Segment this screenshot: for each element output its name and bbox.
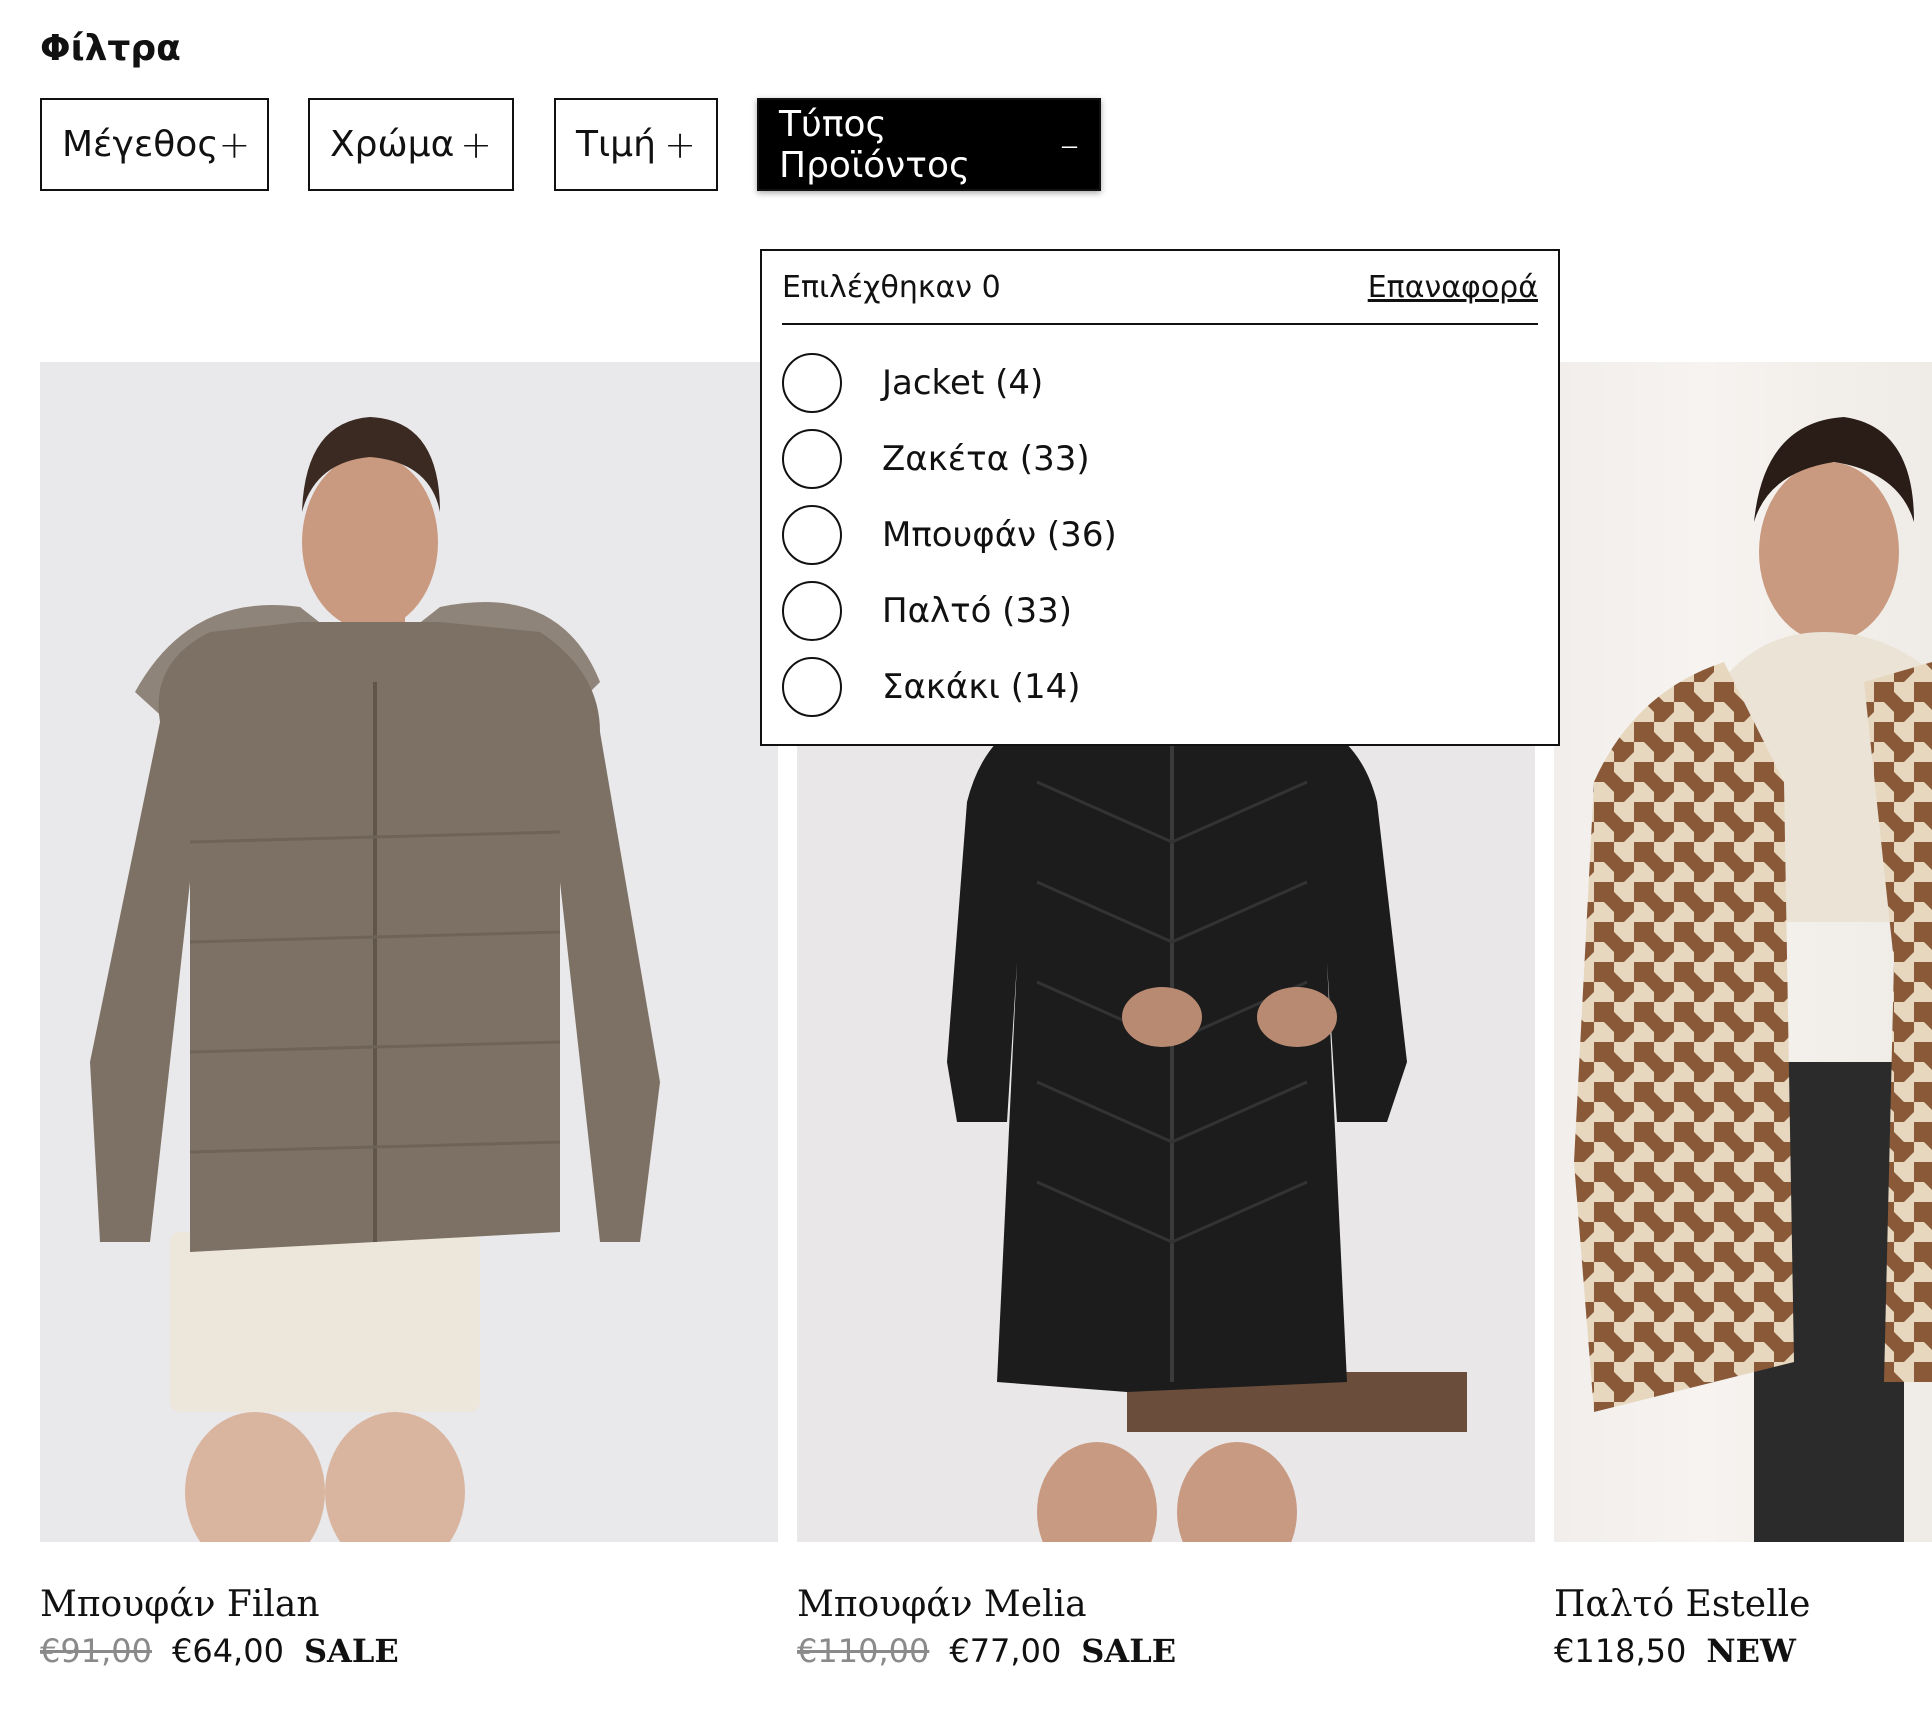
price: €77,00 [949,1632,1062,1670]
filter-size-button[interactable]: Μέγεθος + [40,98,269,191]
option-label: Παλτό (33) [882,591,1072,631]
product-name[interactable]: Μπουφάν Melia [797,1584,1087,1625]
product-name[interactable]: Μπουφάν Filan [40,1584,320,1625]
sale-badge: SALE [303,1632,399,1670]
price: €118,50 [1554,1632,1687,1670]
filter-size-label: Μέγεθος [62,124,219,165]
radio-button[interactable] [782,353,842,413]
radio-button[interactable] [782,505,842,565]
product-photo[interactable] [40,362,778,1542]
new-badge: NEW [1706,1632,1796,1670]
dropdown-header: Επιλέχθηκαν 0 Επαναφορά [782,251,1538,325]
option-label: Σακάκι (14) [882,667,1081,707]
filter-color-button[interactable]: Χρώμα + [308,98,514,191]
filter-product-type-label: Τύπος Προϊόντος [779,103,971,186]
option-sakaki[interactable]: Σακάκι (14) [782,649,1538,725]
product-prices: €91,00 €64,00 SALE [40,1632,399,1670]
product-name[interactable]: Παλτό Estelle [1554,1584,1810,1625]
filter-color-label: Χρώμα [330,124,455,165]
radio-button[interactable] [782,581,842,641]
selected-count: Επιλέχθηκαν 0 [782,269,1001,305]
filter-price-label: Τιμή [576,124,656,165]
option-jacket[interactable]: Jacket (4) [782,345,1538,421]
plus-icon: + [460,122,492,167]
plus-icon: + [664,122,696,167]
radio-button[interactable] [782,429,842,489]
product-photo[interactable] [1554,362,1932,1542]
filter-product-type-button[interactable]: Τύπος Προϊόντος – [757,98,1101,191]
radio-button[interactable] [782,657,842,717]
product-prices: €110,00 €77,00 SALE [797,1632,1176,1670]
option-label: Jacket (4) [882,363,1044,403]
option-mpoufan[interactable]: Μπουφάν (36) [782,497,1538,573]
price: €64,00 [171,1632,284,1670]
model-taupe-puffer-jacket-image [90,417,660,1542]
old-price: €91,00 [40,1632,152,1670]
old-price: €110,00 [797,1632,930,1670]
reset-link[interactable]: Επαναφορά [1368,270,1538,305]
filter-price-button[interactable]: Τιμή + [554,98,718,191]
option-zaketa[interactable]: Ζακέτα (33) [782,421,1538,497]
option-label: Μπουφάν (36) [882,515,1117,555]
filters-title: Φίλτρα [40,28,181,69]
option-label: Ζακέτα (33) [882,439,1090,479]
plus-icon: + [218,122,251,167]
option-palto[interactable]: Παλτό (33) [782,573,1538,649]
product-type-dropdown: Επιλέχθηκαν 0 Επαναφορά Jacket (4) Ζακέτ… [760,249,1560,746]
sale-badge: SALE [1081,1632,1177,1670]
minus-icon: – [1060,122,1079,167]
product-type-options: Jacket (4) Ζακέτα (33) Μπουφάν (36) Παλτ… [782,325,1538,725]
model-houndstooth-coat-image [1574,417,1932,1542]
product-prices: €118,50 NEW [1554,1632,1796,1670]
